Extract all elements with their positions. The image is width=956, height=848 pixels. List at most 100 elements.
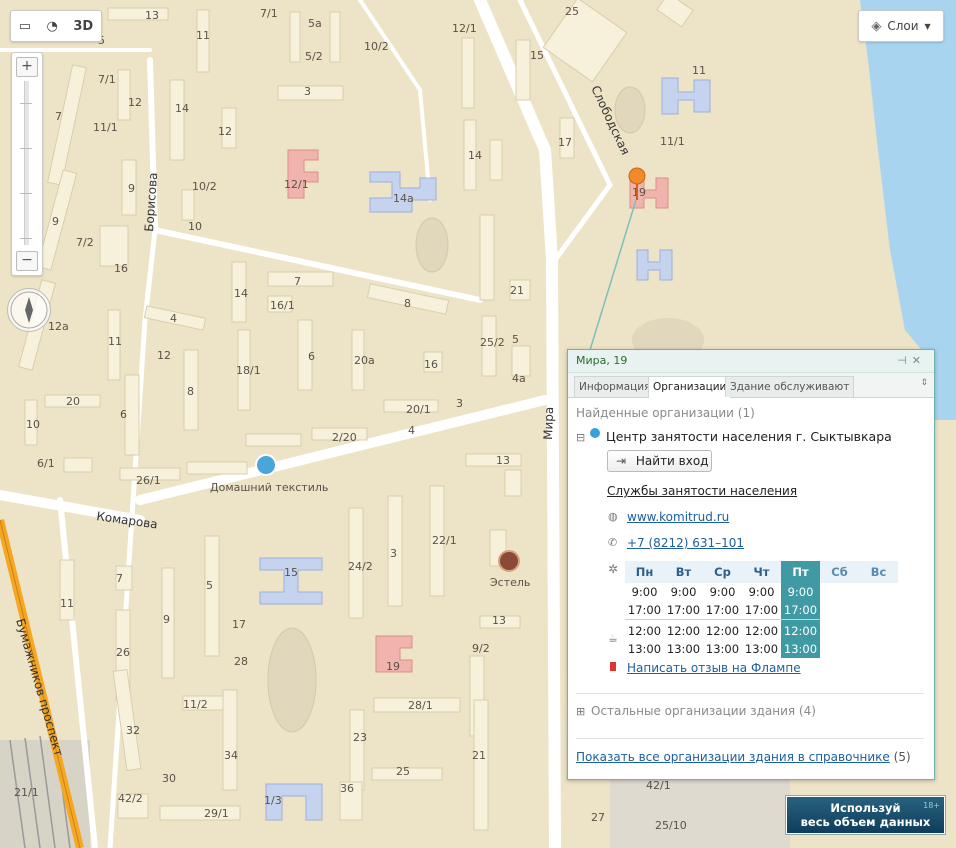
house-number-label: 15 [530, 49, 544, 62]
tab-info[interactable]: Информация [574, 376, 656, 397]
house-number-label: 7 [294, 275, 301, 288]
house-number-label: 17 [558, 136, 572, 149]
phone-icon: ✆ [608, 536, 618, 549]
promo-banner[interactable]: Используй весь объем данных 18+ [786, 796, 945, 834]
house-number-label: 4а [512, 372, 526, 385]
clock-icon: ✲ [608, 562, 619, 576]
compass-icon[interactable] [7, 288, 51, 332]
house-number-label: 3 [456, 397, 463, 410]
house-number-label: 13 [492, 614, 506, 627]
category-link[interactable]: Службы занятости населения [607, 484, 797, 498]
schedule-cell [820, 583, 859, 601]
view-3d-button[interactable]: 3D [73, 19, 93, 34]
schedule-cell [859, 640, 898, 658]
house-number-label: 10 [188, 220, 202, 233]
org-name[interactable]: Центр занятости населения г. Сыктывкара [606, 429, 892, 444]
house-number-label: 4 [408, 424, 415, 437]
measure-angle-icon[interactable]: ◔ [47, 19, 58, 34]
house-number-label: 12/1 [452, 22, 477, 35]
chevron-down-icon[interactable]: ⇕ [920, 378, 928, 388]
schedule-cell [820, 620, 859, 641]
schedule-day-header: Чт [742, 561, 781, 583]
house-number-label: 15 [284, 566, 298, 579]
collapse-icon[interactable]: ⊟ [576, 431, 585, 444]
house-number-label: 12а [48, 320, 69, 333]
schedule-day-header: Сб [820, 561, 859, 583]
schedule-cell: 13:00 [666, 642, 701, 656]
house-number-label: 6 [120, 408, 127, 421]
house-number-label: 25/10 [655, 819, 687, 832]
schedule-cell [820, 640, 859, 658]
house-number-label: 10/2 [364, 40, 389, 53]
poi-textile-label: Домашний текстиль [210, 481, 328, 494]
show-all-count: (5) [893, 750, 911, 764]
house-number-label: 19 [386, 660, 400, 673]
house-number-label: 6 [308, 350, 315, 363]
schedule-cell: 12:00 [781, 619, 820, 640]
schedule-cell: 12:00 [703, 619, 742, 640]
house-number-label: 30 [162, 772, 176, 785]
schedule-cell [859, 583, 898, 601]
promo-line2: весь объем данных [800, 815, 931, 829]
other-orgs-label[interactable]: Остальные организации здания (4) [591, 704, 816, 718]
tab-organizations[interactable]: Организации [648, 376, 732, 398]
house-number-label: 23 [353, 731, 367, 744]
globe-icon: ◍ [608, 510, 618, 523]
zoom-slider-track[interactable] [24, 81, 29, 245]
tab-building-services[interactable]: Здание обслуживают [725, 376, 855, 397]
schedule-cell: 9:00 [748, 585, 775, 599]
house-number-label: 26 [116, 646, 130, 659]
house-number-label: 25 [396, 765, 410, 778]
house-number-label: 7 [116, 572, 123, 585]
layers-icon: ◈ [871, 18, 882, 34]
house-number-label: 14 [175, 102, 189, 115]
schedule-cell: 17:00 [744, 603, 779, 617]
house-number-label: 36 [340, 782, 354, 795]
show-all-link[interactable]: Показать все организации здания в справо… [576, 750, 890, 764]
house-number-label: 20а [354, 354, 375, 367]
schedule-cell: 9:00 [781, 583, 820, 601]
ruler-icon[interactable]: ▭ [19, 19, 31, 34]
schedule-cell: 13:00 [705, 642, 740, 656]
house-number-label: 9/2 [472, 642, 490, 655]
review-link[interactable]: Написать отзыв на Флампе [627, 661, 801, 675]
schedule-cell: 13:00 [627, 642, 662, 656]
salon-icon [498, 550, 520, 572]
schedule-day-header: Вт [664, 561, 703, 583]
textile-shop-icon [255, 454, 277, 476]
house-number-label: 27 [591, 811, 605, 824]
house-number-label: 3 [304, 85, 311, 98]
pin-icon[interactable]: ⊣ [897, 354, 912, 367]
house-number-label: 12/1 [284, 178, 309, 191]
close-icon[interactable]: ✕ [912, 354, 926, 367]
layers-button[interactable]: ◈ Слои ▼ [858, 10, 944, 42]
house-number-label: 11 [196, 29, 210, 42]
house-number-label: 7 [55, 110, 62, 123]
phone-link[interactable]: +7 (8212) 631–101 [627, 536, 744, 550]
house-number-label: 14а [393, 192, 414, 205]
website-link[interactable]: www.komitrud.ru [627, 510, 729, 524]
house-number-label: 20/1 [406, 403, 431, 416]
schedule-cell: 17:00 [627, 603, 662, 617]
schedule-table: Пн Вт Ср Чт Пт Сб Вс 9:00 9:00 9:00 9:00 9:00 17:00 1… [625, 561, 898, 658]
house-number-label: 12 [218, 125, 232, 138]
schedule-day-header: Ср [703, 561, 742, 583]
schedule-cell: 9:00 [631, 585, 658, 599]
zoom-in-button[interactable]: + [16, 57, 38, 77]
schedule-day-header: Пт [781, 561, 820, 583]
house-number-label: 26/1 [136, 474, 161, 487]
house-number-label: 25 [565, 5, 579, 18]
house-number-label: 13 [145, 9, 159, 22]
house-number-label: 28 [234, 655, 248, 668]
house-number-label: 20 [66, 395, 80, 408]
house-number-label: 8 [187, 385, 194, 398]
schedule-cell: 17:00 [666, 603, 701, 617]
zoom-out-button[interactable]: − [16, 251, 38, 271]
expand-icon[interactable]: ⊞ [576, 705, 585, 718]
house-number-label: 5/2 [305, 50, 323, 63]
house-number-label: 28/1 [408, 699, 433, 712]
map-pin-icon [590, 428, 600, 438]
find-entrance-button[interactable]: ⇥ Найти вход [607, 450, 712, 472]
house-number-label: 34 [224, 749, 238, 762]
promo-line1: Используй [830, 801, 901, 815]
